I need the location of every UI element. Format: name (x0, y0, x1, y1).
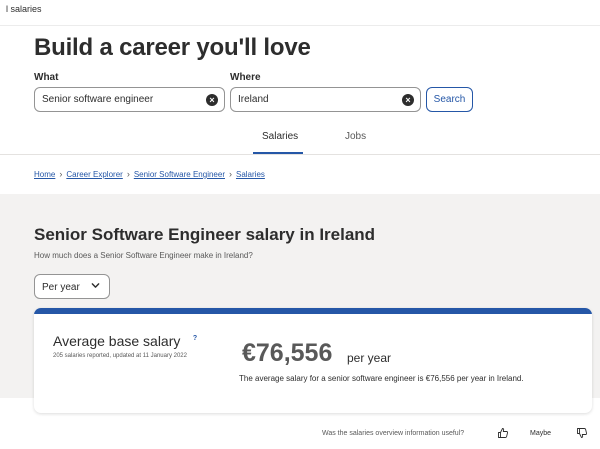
top-strip: l salaries (0, 0, 600, 26)
salary-period-label: per year (347, 351, 392, 365)
salary-description: The average salary for a senior software… (239, 374, 524, 383)
pay-period-select[interactable]: Per year (34, 274, 110, 299)
pay-period-value[interactable]: Per year (42, 282, 80, 293)
maybe-button[interactable]: Maybe (530, 430, 551, 437)
salary-subtitle: How much does a Senior Software Engineer… (34, 251, 253, 260)
chevron-right-icon: › (59, 169, 63, 179)
tab-jobs[interactable]: Jobs (345, 131, 366, 142)
clear-what-icon[interactable]: × (206, 94, 218, 106)
breadcrumb-senior-software-engineer[interactable]: Senior Software Engineer (134, 170, 225, 179)
chevron-right-icon: › (228, 169, 232, 179)
salary-amount: €76,556 (242, 339, 333, 367)
chevron-down-icon (91, 283, 100, 288)
salary-card: Average base salary ? 205 salaries repor… (34, 308, 592, 413)
what-input-value[interactable]: Senior software engineer (42, 94, 153, 105)
breadcrumb-salaries[interactable]: Salaries (236, 170, 265, 179)
breadcrumb-career-explorer[interactable]: Career Explorer (66, 170, 122, 179)
breadcrumb-home[interactable]: Home (34, 170, 55, 179)
where-label: Where (230, 72, 261, 83)
tab-salaries[interactable]: Salaries (262, 131, 298, 142)
what-input[interactable]: Senior software engineer × (34, 87, 225, 112)
top-strip-text: l salaries (6, 4, 42, 14)
what-label: What (34, 72, 59, 83)
card-accent-bar (34, 308, 592, 314)
thumbs-down-icon[interactable] (576, 427, 588, 439)
salary-report-meta: 205 salaries reported, updated at 11 Jan… (53, 353, 187, 359)
chevron-right-icon: › (126, 169, 130, 179)
where-input[interactable]: Ireland × (230, 87, 421, 112)
thumbs-up-icon[interactable] (497, 427, 509, 439)
salary-title: Senior Software Engineer salary in Irela… (34, 225, 376, 244)
where-input-value[interactable]: Ireland (238, 94, 269, 105)
breadcrumb: Home › Career Explorer › Senior Software Eng… (34, 169, 265, 179)
tab-bar: Salaries Jobs (0, 124, 600, 155)
search-button[interactable]: Search (426, 87, 473, 112)
page-title: Build a career you'll love (34, 34, 311, 61)
clear-where-icon[interactable]: × (402, 94, 414, 106)
question-icon[interactable]: ? (191, 335, 199, 343)
average-salary-label: Average base salary (53, 333, 181, 349)
feedback-question: Was the salaries overview information us… (322, 430, 465, 437)
active-tab-indicator (253, 152, 303, 154)
